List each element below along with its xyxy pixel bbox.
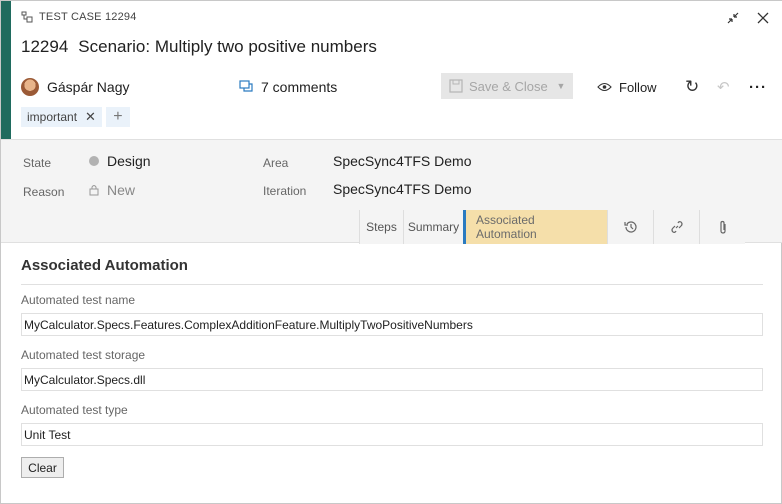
assignee-name: Gáspár Nagy — [47, 79, 130, 95]
history-icon — [623, 221, 637, 233]
undo-icon[interactable]: ↶ — [717, 78, 730, 96]
state-field[interactable]: Design — [89, 153, 151, 169]
tags-row: important ✕ + — [21, 107, 130, 127]
tab-links[interactable] — [653, 210, 699, 244]
test-storage-field[interactable] — [21, 368, 763, 391]
window-controls — [726, 11, 770, 25]
add-tag-button[interactable]: + — [105, 107, 130, 127]
meta-row: Gáspár Nagy 7 comments Save & Close ▼ Fo… — [21, 73, 771, 101]
area-label: Area — [263, 156, 289, 170]
chevron-down-icon[interactable]: ▼ — [549, 73, 573, 99]
comment-icon — [239, 80, 253, 92]
tab-steps[interactable]: Steps — [359, 210, 403, 244]
collapse-icon[interactable] — [726, 11, 740, 25]
iteration-value[interactable]: SpecSync4TFS Demo — [333, 181, 472, 197]
tab-associated-automation[interactable]: Associated Automation — [463, 210, 607, 244]
state-value: Design — [107, 153, 151, 169]
link-icon — [670, 221, 683, 233]
reason-value: New — [107, 182, 136, 198]
work-item-type-label: TEST CASE 12294 — [39, 11, 137, 23]
tab-attachments[interactable] — [699, 210, 745, 244]
work-item-id: 12294 — [21, 37, 69, 56]
lock-icon — [89, 185, 99, 196]
comments-count: 7 comments — [261, 79, 338, 95]
test-type-label: Automated test type — [21, 403, 128, 417]
iteration-label: Iteration — [263, 184, 307, 198]
eye-icon — [597, 82, 612, 92]
follow-label: Follow — [619, 79, 657, 95]
save-close-button[interactable]: Save & Close ▼ — [441, 73, 573, 99]
close-icon[interactable] — [756, 11, 770, 25]
assignee-picker[interactable]: Gáspár Nagy — [21, 78, 129, 96]
area-value[interactable]: SpecSync4TFS Demo — [333, 153, 472, 169]
section-divider — [21, 284, 763, 285]
work-item-type: TEST CASE 12294 — [21, 11, 137, 23]
test-name-label: Automated test name — [21, 293, 136, 307]
follow-button[interactable]: Follow — [597, 80, 657, 95]
tab-history[interactable] — [607, 210, 653, 244]
avatar — [21, 78, 39, 96]
comments-link[interactable]: 7 comments — [239, 79, 337, 95]
state-label: State — [23, 156, 52, 170]
tab-bar: Steps Summary Associated Automation — [359, 210, 745, 244]
test-case-icon — [21, 11, 33, 23]
section-title: Associated Automation — [21, 257, 188, 274]
work-item-window: TEST CASE 12294 12294 Scenario: Multiply… — [0, 0, 782, 504]
paperclip-icon — [719, 220, 726, 234]
save-icon — [449, 79, 463, 93]
work-item-title[interactable]: 12294 Scenario: Multiply two positive nu… — [21, 37, 377, 57]
save-close-label: Save & Close — [469, 78, 548, 94]
test-storage-label: Automated test storage — [21, 348, 146, 362]
test-name-field[interactable] — [21, 313, 763, 336]
tab-summary[interactable]: Summary — [403, 210, 463, 244]
refresh-icon[interactable]: ↻ — [685, 77, 699, 97]
tag-important[interactable]: important ✕ — [21, 107, 102, 127]
work-item-header: TEST CASE 12294 12294 Scenario: Multiply… — [11, 1, 782, 139]
work-item-type-color-bar — [1, 1, 11, 139]
tag-label: important — [27, 110, 78, 124]
details-panel: State Design Reason New Area SpecSync4TF… — [1, 139, 782, 244]
more-actions-icon[interactable]: ··· — [749, 79, 767, 96]
test-type-field[interactable] — [21, 423, 763, 446]
remove-tag-icon[interactable]: ✕ — [85, 109, 96, 125]
clear-button[interactable]: Clear — [21, 457, 64, 478]
work-item-title-text[interactable]: Scenario: Multiply two positive numbers — [78, 37, 377, 57]
reason-field: New — [89, 182, 135, 198]
reason-label: Reason — [23, 185, 65, 199]
state-indicator — [89, 156, 99, 166]
